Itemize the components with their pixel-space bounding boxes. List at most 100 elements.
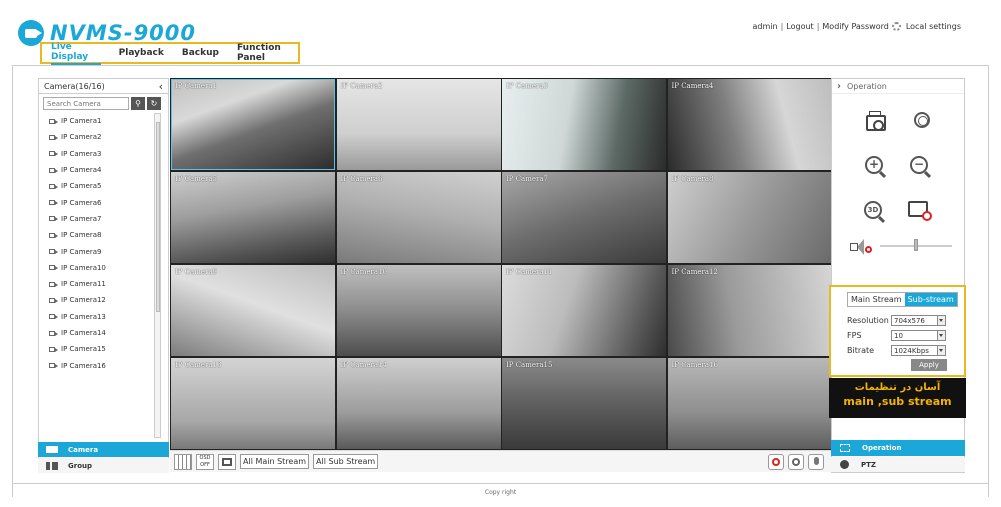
video-cell[interactable]: IP Camera10	[336, 265, 501, 356]
camera-list-item[interactable]: IP Camera7	[39, 211, 155, 227]
apply-button[interactable]: Apply	[911, 359, 947, 371]
tab-live-display[interactable]: Live Display	[51, 42, 101, 65]
camera-list-item-label: IP Camera4	[61, 166, 102, 175]
camera-list-item[interactable]: IP Camera1	[39, 113, 155, 129]
record-icon[interactable]	[914, 112, 930, 128]
video-cell[interactable]: IP Camera5	[171, 172, 335, 263]
camera-list-item[interactable]: IP Camera13	[39, 309, 155, 325]
tab-main-stream[interactable]: Main Stream	[848, 293, 905, 306]
chevron-right-icon[interactable]: ›	[837, 81, 841, 92]
resolution-value: 704x576	[894, 316, 925, 325]
video-cell[interactable]: IP Camera8	[667, 172, 832, 263]
tab-ptz-label: PTZ	[861, 460, 876, 469]
screen-layout-icon[interactable]	[174, 453, 192, 470]
camera-list-item-label: IP Camera1	[61, 117, 102, 126]
camera-list-item[interactable]: IP Camera9	[39, 243, 155, 259]
camera-list-item[interactable]: IP Camera15	[39, 341, 155, 357]
camera-list-item-label: IP Camera12	[61, 296, 106, 305]
camera-list-item-label: IP Camera5	[61, 182, 102, 191]
camera-list-item-label: IP Camera8	[61, 231, 102, 240]
video-cell-label: IP Camera3	[506, 82, 548, 90]
camera-list-item[interactable]: IP Camera4	[39, 162, 155, 178]
camera-list-item-label: IP Camera3	[61, 149, 102, 158]
video-cell[interactable]: IP Camera12	[667, 265, 832, 356]
logout-link[interactable]: Logout	[786, 22, 813, 31]
video-cell[interactable]: IP Camera7	[502, 172, 666, 263]
camera-list-item[interactable]: IP Camera14	[39, 325, 155, 341]
video-cell-label: IP Camera6	[340, 175, 383, 183]
video-cell-label: IP Camera2	[340, 82, 383, 90]
video-cell[interactable]: IP Camera13	[171, 358, 335, 449]
original-scale-icon[interactable]	[908, 201, 932, 221]
modify-password-link[interactable]: Modify Password	[822, 22, 888, 31]
video-cell[interactable]: IP Camera15	[502, 358, 666, 449]
video-cell-label: IP Camera10	[340, 268, 387, 276]
tab-operation[interactable]: Operation	[831, 440, 965, 456]
video-cell[interactable]: IP Camera6	[336, 172, 501, 263]
collapse-left-icon[interactable]: ‹	[159, 80, 163, 93]
camera-list-scrollbar[interactable]	[154, 113, 161, 438]
camera-list-item[interactable]: IP Camera2	[39, 129, 155, 145]
camera-list-item[interactable]: IP Camera11	[39, 276, 155, 292]
camera-list-item[interactable]: IP Camera10	[39, 260, 155, 276]
snapshot-icon[interactable]	[866, 111, 886, 131]
stop-all-icon[interactable]	[768, 453, 784, 470]
fps-select[interactable]: 10	[891, 330, 946, 341]
search-icon[interactable]: ⚲	[131, 97, 145, 110]
video-cell[interactable]: IP Camera2	[336, 79, 501, 170]
camera-icon	[49, 281, 58, 287]
ptz-icon	[840, 460, 849, 469]
video-cell[interactable]: IP Camera3	[502, 79, 666, 170]
camera-list-item[interactable]: IP Camera12	[39, 292, 155, 308]
fullscreen-icon[interactable]	[218, 453, 236, 470]
video-cell[interactable]: IP Camera11	[502, 265, 666, 356]
camera-icon	[49, 249, 58, 255]
chevron-down-icon	[939, 334, 943, 337]
refresh-icon[interactable]: ↻	[147, 97, 161, 110]
camera-list-item[interactable]: IP Camera16	[39, 357, 155, 373]
camera-list-item[interactable]: IP Camera8	[39, 227, 155, 243]
camera-icon	[49, 183, 58, 189]
bitrate-select[interactable]: 1024Kbps	[891, 345, 946, 356]
microphone-icon[interactable]	[808, 453, 824, 470]
resolution-label: Resolution	[847, 316, 889, 325]
video-cell-label: IP Camera7	[506, 175, 548, 183]
video-cell[interactable]: IP Camera9	[171, 265, 335, 356]
record-all-icon[interactable]	[788, 453, 804, 470]
camera-list-item[interactable]: IP Camera5	[39, 178, 155, 194]
scroll-thumb[interactable]	[156, 122, 160, 312]
zoom-in-icon[interactable]: +	[865, 156, 883, 174]
user-name-link[interactable]: admin	[753, 22, 778, 31]
zoom-out-icon[interactable]: −	[910, 156, 928, 174]
tab-backup[interactable]: Backup	[182, 48, 219, 58]
resolution-select[interactable]: 704x576	[891, 315, 946, 326]
search-camera-input[interactable]	[43, 97, 129, 110]
video-cell[interactable]: IP Camera16	[667, 358, 832, 449]
camera-list-item[interactable]: IP Camera6	[39, 194, 155, 210]
volume-thumb[interactable]	[914, 239, 918, 251]
video-cell[interactable]: IP Camera4	[667, 79, 832, 170]
tab-function-panel[interactable]: Function Panel	[237, 43, 298, 63]
resolution-row: Resolution 704x576	[847, 315, 957, 326]
banner-line-1: آسان در تنظیمات	[854, 382, 941, 393]
camera-icon	[49, 297, 58, 303]
tab-camera[interactable]: Camera	[38, 442, 169, 457]
camera-icon	[49, 265, 58, 271]
video-cell[interactable]: IP Camera1	[171, 79, 335, 170]
tab-group[interactable]: Group	[38, 458, 169, 473]
tab-ptz[interactable]: PTZ	[831, 457, 965, 472]
group-icon	[46, 461, 58, 470]
tab-sub-stream[interactable]: Sub-stream	[904, 293, 957, 306]
separator: |	[780, 22, 784, 31]
osd-toggle-button[interactable]: OSD OFF	[196, 453, 214, 470]
speaker-icon[interactable]	[850, 239, 872, 255]
local-settings-link[interactable]: Local settings	[906, 22, 961, 31]
tab-playback[interactable]: Playback	[119, 48, 164, 58]
camera-list-item[interactable]: IP Camera3	[39, 146, 155, 162]
video-cell[interactable]: IP Camera14	[336, 358, 501, 449]
all-main-stream-button[interactable]: All Main Stream	[240, 454, 310, 469]
fps-row: FPS 10	[847, 330, 957, 341]
all-sub-stream-button[interactable]: All Sub Stream	[313, 454, 379, 469]
3d-zoom-icon[interactable]: 3D	[864, 201, 882, 219]
tab-camera-label: Camera	[68, 445, 99, 454]
